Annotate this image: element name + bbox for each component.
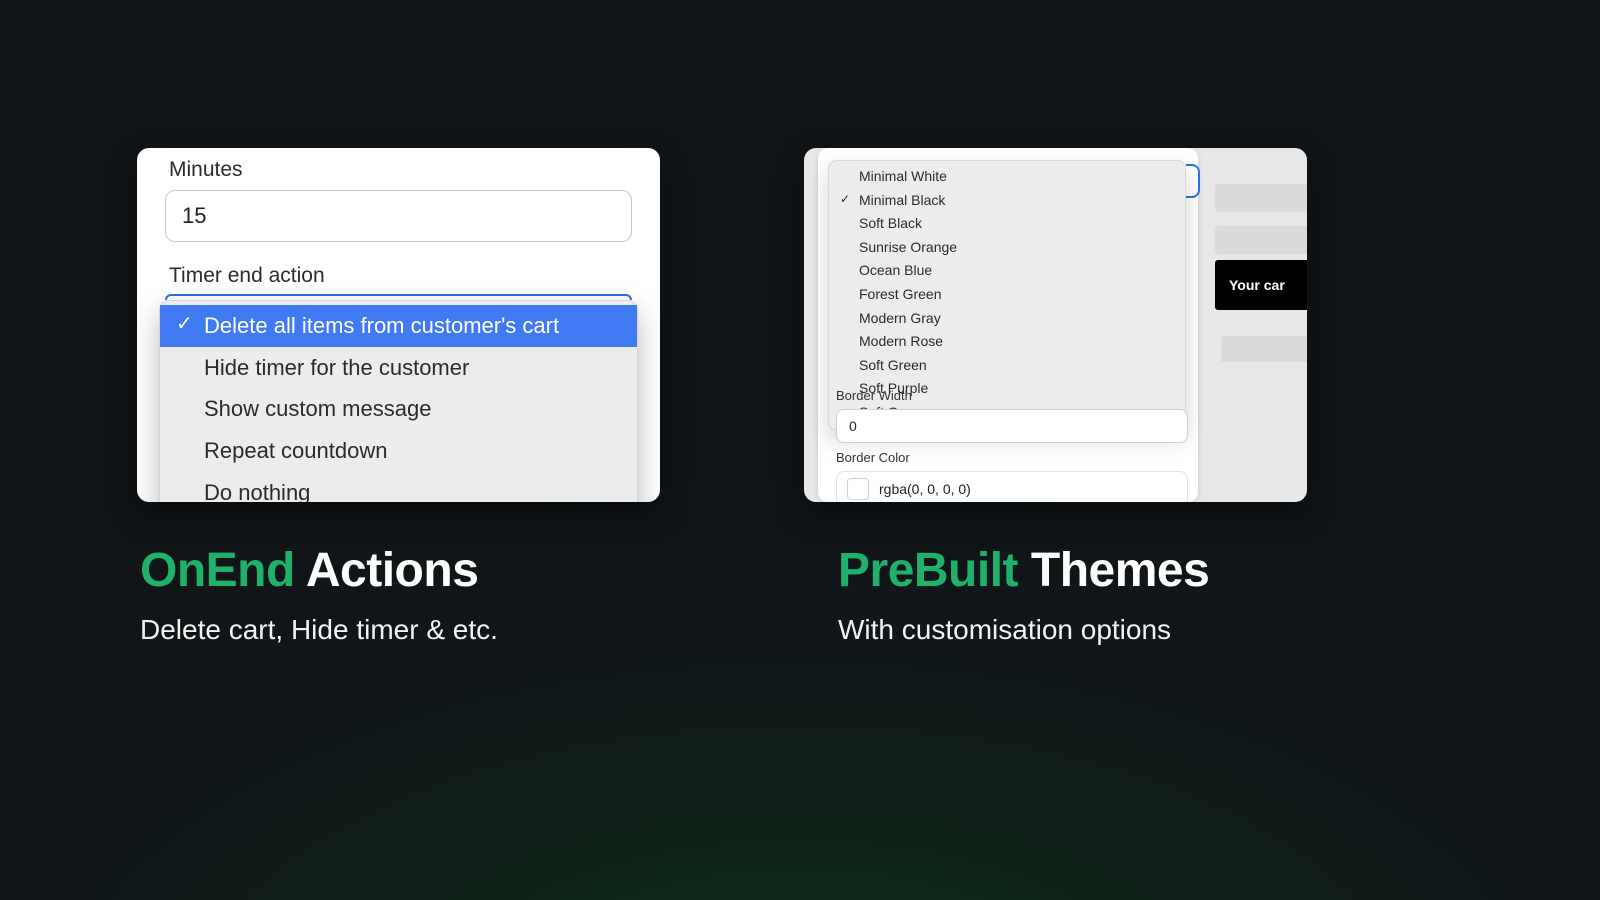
border-width-block: Border Width <box>836 388 1188 443</box>
dropdown-option-custom-message[interactable]: Show custom message <box>160 388 637 430</box>
theme-option-soft-green[interactable]: Soft Green <box>829 354 1185 378</box>
dropdown-option-repeat-countdown[interactable]: Repeat countdown <box>160 430 637 472</box>
theme-option-soft-black[interactable]: Soft Black <box>829 212 1185 236</box>
border-width-label: Border Width <box>836 388 1188 403</box>
border-color-label: Border Color <box>836 450 1188 465</box>
preview-placeholder-2 <box>1215 226 1307 254</box>
theme-option-modern-gray[interactable]: Modern Gray <box>829 307 1185 331</box>
dropdown-option-delete-cart[interactable]: Delete all items from customer's cart <box>160 305 637 347</box>
onend-actions-subheading: Delete cart, Hide timer & etc. <box>140 614 498 646</box>
preview-strip <box>1215 184 1307 268</box>
prebuilt-themes-panel: Minimal White Minimal Black Soft Black S… <box>804 148 1307 502</box>
left-heading-block: OnEnd Actions Delete cart, Hide timer & … <box>140 545 498 646</box>
theme-option-sunrise-orange[interactable]: Sunrise Orange <box>829 236 1185 260</box>
prebuilt-themes-subheading: With customisation options <box>838 614 1209 646</box>
heading-white: Actions <box>295 544 479 597</box>
select-focus-edge <box>1186 164 1200 198</box>
heading-accent: PreBuilt <box>838 544 1018 597</box>
theme-option-modern-rose[interactable]: Modern Rose <box>829 330 1185 354</box>
panel-inner: Minutes Timer end action Delete all item… <box>137 148 660 502</box>
prebuilt-themes-heading: PreBuilt Themes <box>838 545 1209 598</box>
minutes-label: Minutes <box>169 158 632 182</box>
onend-actions-heading: OnEnd Actions <box>140 545 498 598</box>
minutes-input[interactable] <box>165 190 632 242</box>
preview-placeholder-1 <box>1215 184 1307 212</box>
timer-end-action-dropdown[interactable]: Delete all items from customer's cart Hi… <box>159 300 638 502</box>
heading-accent: OnEnd <box>140 544 295 597</box>
theme-option-minimal-black[interactable]: Minimal Black <box>829 189 1185 213</box>
theme-option-ocean-blue[interactable]: Ocean Blue <box>829 259 1185 283</box>
preview-banner: Your car <box>1215 260 1307 310</box>
settings-card: Minimal White Minimal Black Soft Black S… <box>818 148 1198 502</box>
border-color-block: Border Color rgba(0, 0, 0, 0) <box>836 450 1188 502</box>
right-heading-block: PreBuilt Themes With customisation optio… <box>838 545 1209 646</box>
theme-option-forest-green[interactable]: Forest Green <box>829 283 1185 307</box>
dropdown-option-hide-timer[interactable]: Hide timer for the customer <box>160 347 637 389</box>
border-color-input[interactable]: rgba(0, 0, 0, 0) <box>836 471 1188 502</box>
color-swatch[interactable] <box>847 478 869 500</box>
heading-white: Themes <box>1018 544 1209 597</box>
preview-placeholder-3 <box>1221 336 1307 362</box>
color-value-text: rgba(0, 0, 0, 0) <box>879 481 971 497</box>
onend-actions-panel: Minutes Timer end action Delete all item… <box>137 148 660 502</box>
timer-end-action-label: Timer end action <box>169 264 632 288</box>
theme-option-minimal-white[interactable]: Minimal White <box>829 165 1185 189</box>
dropdown-option-do-nothing[interactable]: Do nothing <box>160 472 637 502</box>
border-width-input[interactable] <box>836 409 1188 443</box>
